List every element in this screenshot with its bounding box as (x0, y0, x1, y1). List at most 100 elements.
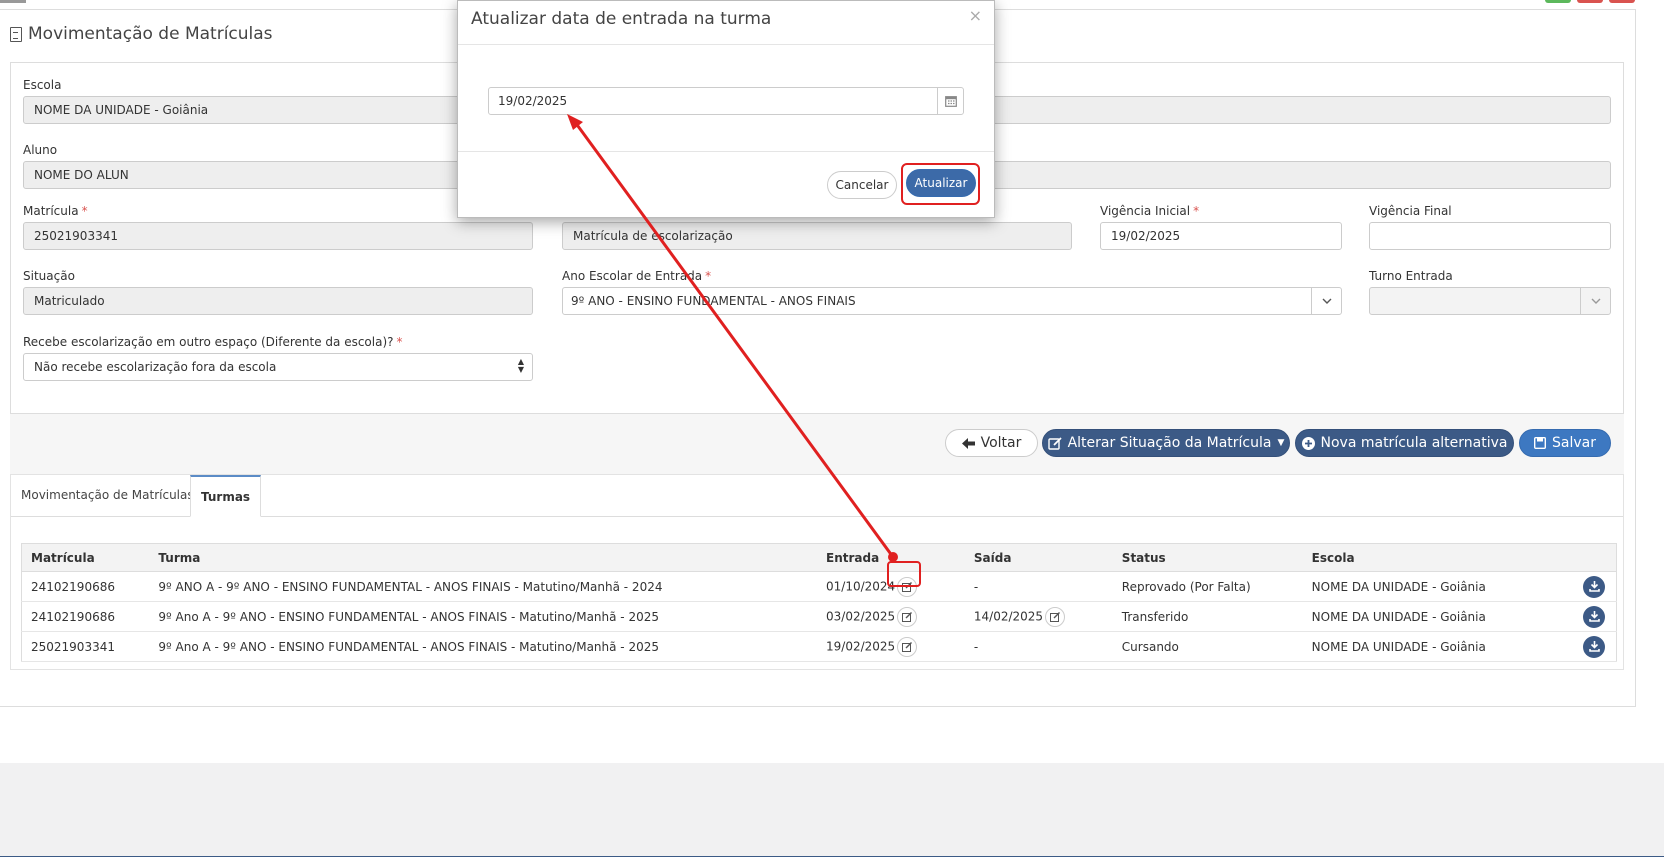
calendar-icon[interactable] (937, 88, 963, 114)
vigencia-final-input[interactable] (1369, 222, 1611, 250)
top-red-button-2[interactable] (1609, 0, 1635, 3)
cell-saida: - (964, 571, 1113, 602)
modal-footer: Cancelar Atualizar (458, 151, 994, 219)
col-status[interactable]: Status (1112, 543, 1303, 572)
entrada-value: 19/02/2025 (826, 639, 896, 653)
chevron-down-icon[interactable] (1311, 288, 1341, 314)
cell-saida: - (964, 631, 1113, 662)
top-green-button[interactable] (1545, 0, 1571, 3)
turmas-table: Matrícula Turma Entrada Saída Status Esc… (21, 543, 1617, 662)
entrada-date-input[interactable]: 19/02/2025 (488, 87, 964, 115)
cell-turma: 9º Ano A - 9º ANO - ENSINO FUNDAMENTAL -… (149, 631, 818, 662)
floppy-icon (1534, 437, 1546, 449)
edit-entrada-button[interactable] (897, 576, 918, 597)
cell-entrada: 19/02/2025 (817, 631, 965, 662)
entrada-date-value: 19/02/2025 (498, 94, 568, 108)
arrow-left-icon (961, 437, 975, 449)
top-red-button[interactable] (1577, 0, 1603, 3)
vigencia-inicial-input[interactable]: 19/02/2025 (1100, 222, 1342, 250)
matricula-label: Matrícula * (23, 204, 88, 218)
voltar-button[interactable]: Voltar (945, 429, 1038, 457)
edit-icon (1050, 611, 1061, 622)
aluno-label: Aluno (23, 143, 58, 157)
table-row: 25021903341 9º Ano A - 9º ANO - ENSINO F… (21, 631, 1617, 662)
edit-saida-button[interactable] (1045, 606, 1066, 627)
situacao-label: Situação (23, 269, 75, 283)
col-turma[interactable]: Turma (149, 543, 818, 572)
nova-matricula-label: Nova matrícula alternativa (1320, 435, 1508, 451)
salvar-label: Salvar (1552, 435, 1596, 451)
vigencia-final-label: Vigência Final (1369, 204, 1452, 218)
tabs-bar: Movimentação de Matrículas Turmas (11, 475, 1623, 517)
entrada-value: 01/10/2024 (826, 579, 896, 593)
saida-value: - (973, 639, 979, 654)
tabs-area: Movimentação de Matrículas Turmas Matríc… (10, 474, 1624, 670)
cell-escola: NOME DA UNIDADE - Goiânia (1302, 601, 1573, 632)
tab-turmas[interactable]: Turmas (190, 475, 262, 517)
col-saida[interactable]: Saída (964, 543, 1113, 572)
download-button[interactable] (1583, 575, 1606, 598)
edit-entrada-button[interactable] (897, 606, 918, 627)
cell-actions (1572, 571, 1617, 602)
edit-icon (902, 641, 913, 652)
page-title-text: Movimentação de Matrículas (28, 24, 273, 44)
edit-icon (902, 611, 913, 622)
col-entrada[interactable]: Entrada (817, 543, 965, 572)
col-actions (1572, 543, 1617, 572)
cell-escola: NOME DA UNIDADE - Goiânia (1302, 631, 1573, 662)
close-icon[interactable]: × (969, 6, 982, 25)
download-icon (1588, 581, 1600, 592)
escola-label: Escola (23, 78, 62, 92)
ano-escolar-value: 9º ANO - ENSINO FUNDAMENTAL - ANOS FINAI… (571, 294, 856, 308)
vigencia-inicial-label: Vigência Inicial * (1100, 204, 1200, 218)
cell-status: Reprovado (Por Falta) (1112, 571, 1303, 602)
situacao-field: Matriculado (23, 287, 533, 315)
cell-status: Cursando (1112, 631, 1303, 662)
cancelar-button[interactable]: Cancelar (827, 171, 897, 199)
tipo-matricula-field: Matrícula de escolarização (562, 222, 1072, 250)
action-bar: Voltar Alterar Situação da Matrícula ▼ N… (10, 414, 1624, 474)
entrada-value: 03/02/2025 (826, 609, 896, 623)
tab-movimentacao[interactable]: Movimentação de Matrículas (11, 475, 204, 517)
alterar-situacao-button[interactable]: Alterar Situação da Matrícula ▼ (1042, 429, 1290, 457)
cell-actions (1572, 601, 1617, 632)
modal-title: Atualizar data de entrada na turma (471, 9, 772, 29)
saida-value: - (973, 579, 979, 594)
menu-toggle[interactable] (0, 0, 26, 3)
col-escola[interactable]: Escola (1302, 543, 1573, 572)
voltar-label: Voltar (980, 435, 1022, 451)
download-icon (1588, 611, 1600, 622)
alterar-situacao-label: Alterar Situação da Matrícula (1067, 435, 1272, 451)
cell-actions (1572, 631, 1617, 662)
download-button[interactable] (1583, 605, 1606, 628)
cell-turma: 9º Ano A - 9º ANO - ENSINO FUNDAMENTAL -… (149, 601, 818, 632)
download-button[interactable] (1583, 635, 1606, 658)
ano-escolar-select[interactable]: 9º ANO - ENSINO FUNDAMENTAL - ANOS FINAI… (562, 287, 1342, 315)
download-icon (1588, 641, 1600, 652)
update-date-modal: Atualizar data de entrada na turma × 19/… (457, 0, 995, 218)
table-row: 24102190686 9º ANO A - 9º ANO - ENSINO F… (21, 571, 1617, 602)
table-header-row: Matrícula Turma Entrada Saída Status Esc… (21, 543, 1617, 572)
atualizar-button[interactable]: Atualizar (906, 169, 976, 197)
nova-matricula-button[interactable]: Nova matrícula alternativa (1295, 429, 1514, 457)
turno-entrada-label: Turno Entrada (1369, 269, 1453, 283)
matricula-field: 25021903341 (23, 222, 533, 250)
edit-icon (902, 581, 913, 592)
chevron-down-icon[interactable] (1580, 288, 1610, 314)
cell-matricula: 25021903341 (21, 631, 150, 662)
saida-value: 14/02/2025 (973, 609, 1044, 623)
recebe-escolarizacao-value: Não recebe escolarização fora da escola (34, 360, 277, 374)
salvar-button[interactable]: Salvar (1519, 429, 1611, 457)
cell-saida: 14/02/2025 (964, 601, 1113, 632)
cell-matricula: 24102190686 (21, 601, 150, 632)
page-title: Movimentação de Matrículas (10, 24, 273, 44)
document-icon (10, 26, 22, 42)
recebe-escolarizacao-select[interactable]: Não recebe escolarização fora da escola … (23, 353, 533, 381)
caret-down-icon: ▼ (1277, 438, 1285, 448)
turno-entrada-select[interactable] (1369, 287, 1611, 315)
edit-entrada-button[interactable] (897, 636, 918, 657)
col-matricula[interactable]: Matrícula (21, 543, 150, 572)
updown-arrows-icon: ▲ ▼ (517, 357, 524, 374)
footer-band (0, 763, 1664, 857)
cell-entrada: 03/02/2025 (817, 601, 965, 632)
